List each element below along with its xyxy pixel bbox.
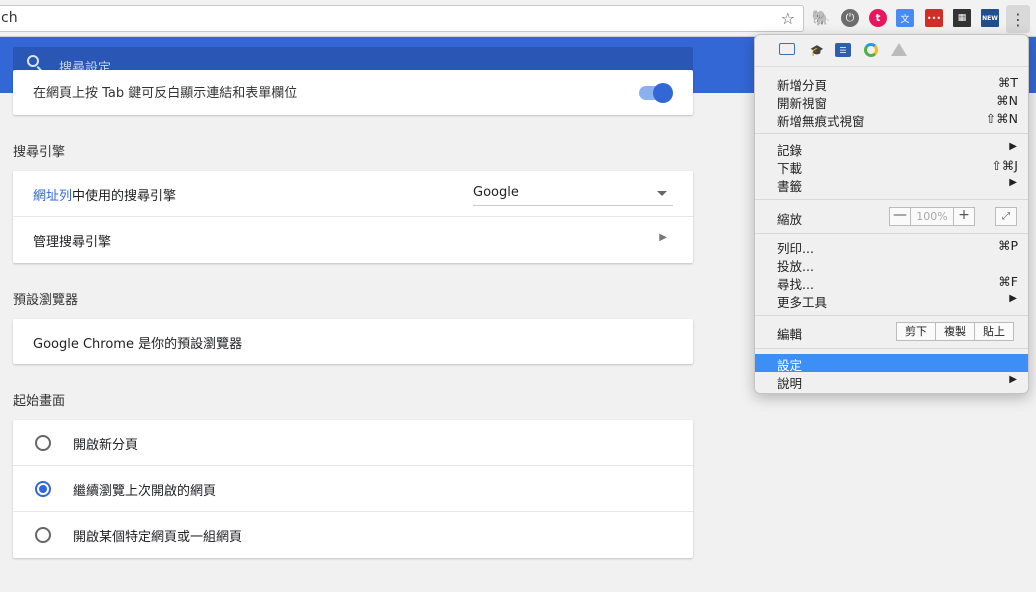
menu-item-find[interactable]: 尋找... ⌘F bbox=[755, 273, 1028, 292]
startup-option-continue[interactable]: 繼續瀏覽上次開啟的網頁 bbox=[13, 466, 693, 512]
search-engine-select[interactable]: Google bbox=[473, 182, 673, 206]
submenu-arrow-icon: ▶ bbox=[1009, 141, 1017, 152]
search-engine-value: Google bbox=[473, 185, 519, 200]
menu-divider bbox=[755, 199, 1028, 200]
menu-edit-row: 編輯 剪下 複製 貼上 bbox=[755, 320, 1028, 344]
startup-option-label: 繼續瀏覽上次開啟的網頁 bbox=[73, 484, 217, 499]
timer-icon[interactable] bbox=[864, 43, 878, 57]
menu-item-new-tab[interactable]: 新增分頁 ⌘T bbox=[755, 74, 1028, 93]
news-icon[interactable]: NEW bbox=[981, 9, 999, 27]
accessibility-card: 在網頁上按 Tab 鍵可反白顯示連結和表單欄位 bbox=[13, 70, 693, 115]
fullscreen-icon[interactable]: ⤢ bbox=[995, 207, 1017, 226]
address-text: ch bbox=[1, 10, 18, 26]
startup-heading: 起始畫面 bbox=[13, 394, 66, 409]
zoom-label: 縮放 bbox=[777, 212, 803, 227]
tab-highlight-text: 在網頁上按 Tab 鍵可反白顯示連結和表單欄位 bbox=[33, 86, 298, 101]
tab-highlight-toggle[interactable] bbox=[639, 83, 673, 103]
menu-divider bbox=[755, 348, 1028, 349]
menu-item-settings[interactable]: 設定 bbox=[755, 354, 1028, 373]
bookmark-star-icon[interactable]: ☆ bbox=[781, 9, 795, 28]
film-icon[interactable]: ▦ bbox=[953, 9, 971, 27]
menu-divider bbox=[755, 315, 1028, 316]
zoom-in-button[interactable]: + bbox=[953, 207, 975, 226]
hat-icon[interactable]: 🎓 bbox=[809, 43, 825, 57]
menu-item-help[interactable]: 說明 ▶ bbox=[755, 372, 1028, 391]
menu-item-print[interactable]: 列印... ⌘P bbox=[755, 237, 1028, 256]
evernote-icon[interactable]: 🐘 bbox=[812, 9, 831, 27]
submenu-arrow-icon: ▶ bbox=[1009, 374, 1017, 385]
cast-icon[interactable] bbox=[779, 43, 795, 55]
tumblr-icon[interactable]: t bbox=[869, 9, 887, 27]
menu-divider bbox=[755, 233, 1028, 234]
search-engine-card: 網址列中使用的搜尋引擎 Google 管理搜尋引擎 ▶ bbox=[13, 171, 693, 263]
radio-button-selected[interactable] bbox=[35, 481, 51, 497]
browser-toolbar: ch ☆ 🐘 ⏻ t 文 ••• ▦ NEW ⋮ bbox=[0, 0, 1036, 37]
menu-item-incognito[interactable]: 新增無痕式視窗 ⇧⌘N bbox=[755, 110, 1028, 129]
startup-option-new-tab[interactable]: 開啟新分頁 bbox=[13, 420, 693, 466]
menu-zoom-row: 縮放 — 100% + ⤢ bbox=[755, 203, 1028, 231]
default-browser-heading: 預設瀏覽器 bbox=[13, 293, 79, 308]
submenu-arrow-icon: ▶ bbox=[1009, 293, 1017, 304]
chevron-right-icon: ▶ bbox=[659, 232, 667, 243]
startup-option-specific-pages[interactable]: 開啟某個特定網頁或一組網頁 bbox=[13, 512, 693, 558]
cut-button[interactable]: 剪下 bbox=[896, 322, 936, 341]
zoom-level: 100% bbox=[910, 207, 954, 226]
omnibox-link[interactable]: 網址列 bbox=[33, 189, 72, 204]
default-browser-card: Google Chrome 是你的預設瀏覽器 bbox=[13, 319, 693, 364]
menu-divider bbox=[755, 133, 1028, 134]
startup-option-label: 開啟某個特定網頁或一組網頁 bbox=[73, 530, 243, 545]
menu-item-more-tools[interactable]: 更多工具 ▶ bbox=[755, 291, 1028, 310]
dropdown-caret-icon bbox=[657, 191, 667, 196]
search-engine-row: 網址列中使用的搜尋引擎 Google bbox=[13, 171, 693, 217]
submenu-arrow-icon: ▶ bbox=[1009, 177, 1017, 188]
address-bar[interactable]: ch ☆ bbox=[0, 5, 804, 32]
menu-item-downloads[interactable]: 下載 ⇧⌘J bbox=[755, 157, 1028, 176]
search-engine-label: 中使用的搜尋引擎 bbox=[72, 189, 177, 204]
lastpass-icon[interactable]: ••• bbox=[925, 9, 943, 27]
chrome-menu-button[interactable]: ⋮ bbox=[1006, 5, 1030, 33]
drive-icon[interactable] bbox=[891, 43, 907, 56]
reader-icon[interactable]: ☰ bbox=[835, 43, 851, 57]
power-icon[interactable]: ⏻ bbox=[841, 9, 859, 27]
paste-button[interactable]: 貼上 bbox=[974, 322, 1014, 341]
translate-icon[interactable]: 文 bbox=[896, 9, 914, 27]
startup-option-label: 開啟新分頁 bbox=[73, 438, 139, 453]
startup-card: 開啟新分頁 繼續瀏覽上次開啟的網頁 開啟某個特定網頁或一組網頁 bbox=[13, 420, 693, 558]
menu-item-cast[interactable]: 投放... bbox=[755, 255, 1028, 274]
manage-search-engines-row[interactable]: 管理搜尋引擎 ▶ bbox=[13, 217, 693, 263]
radio-button[interactable] bbox=[35, 435, 51, 451]
manage-search-engines-label: 管理搜尋引擎 bbox=[33, 235, 112, 250]
copy-button[interactable]: 複製 bbox=[935, 322, 975, 341]
radio-button[interactable] bbox=[35, 527, 51, 543]
menu-extension-icons: 🎓 ☰ bbox=[755, 35, 1028, 67]
menu-item-new-window[interactable]: 開新視窗 ⌘N bbox=[755, 92, 1028, 111]
chrome-main-menu: 🎓 ☰ 新增分頁 ⌘T 開新視窗 ⌘N 新增無痕式視窗 ⇧⌘N 記錄 ▶ 下載 … bbox=[754, 34, 1029, 394]
zoom-out-button[interactable]: — bbox=[889, 207, 911, 226]
menu-item-bookmarks[interactable]: 書籤 ▶ bbox=[755, 175, 1028, 194]
edit-label: 編輯 bbox=[777, 327, 803, 342]
search-engine-heading: 搜尋引擎 bbox=[13, 145, 66, 160]
default-browser-text: Google Chrome 是你的預設瀏覽器 bbox=[33, 337, 243, 352]
menu-item-history[interactable]: 記錄 ▶ bbox=[755, 139, 1028, 158]
